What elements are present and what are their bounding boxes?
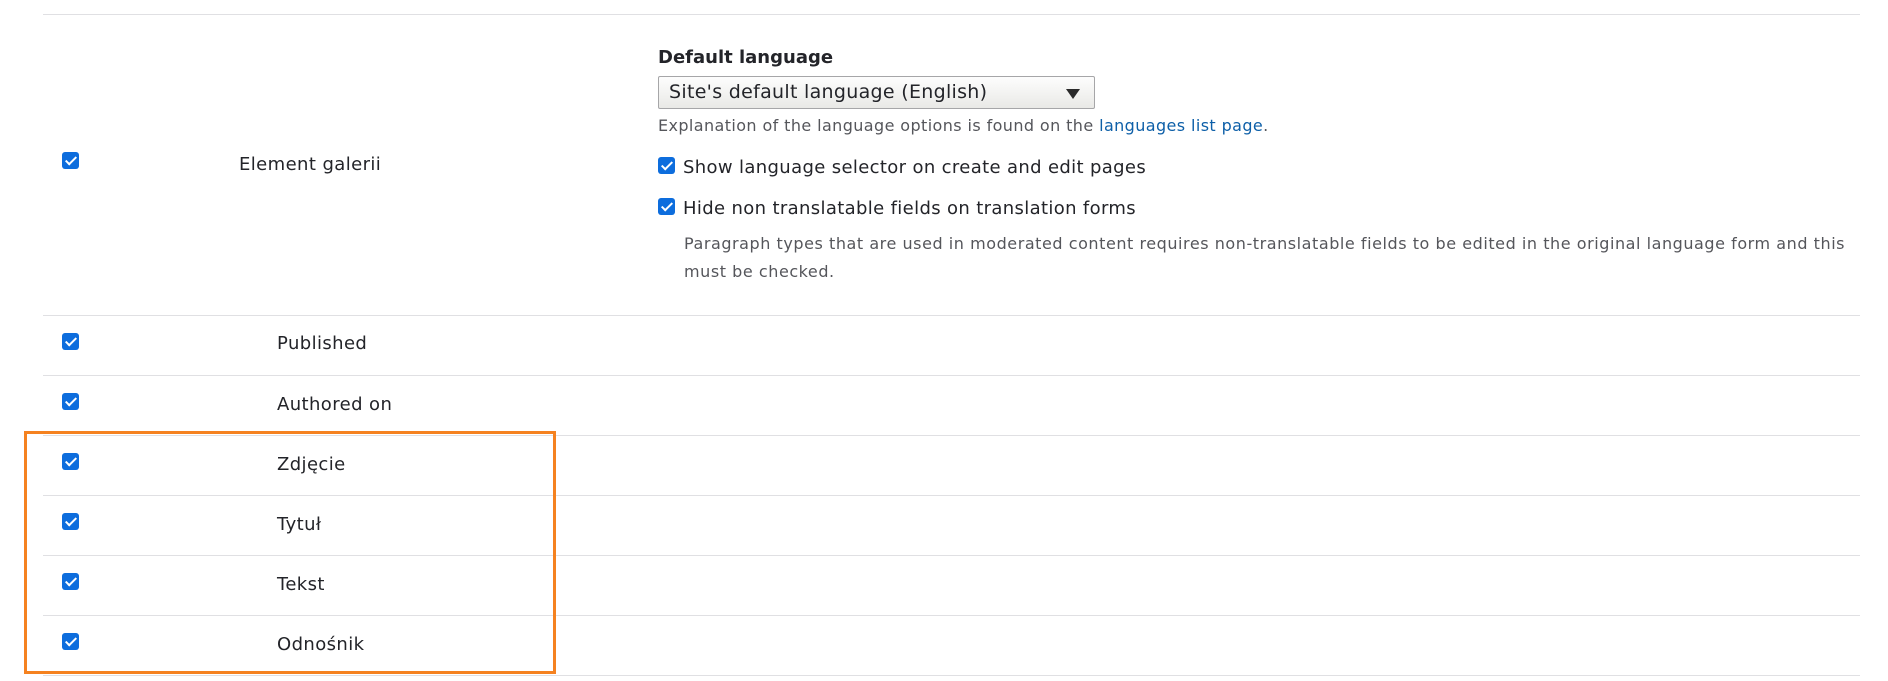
- highlight-box: [24, 431, 556, 674]
- language-explanation: Explanation of the language options is f…: [658, 116, 1269, 135]
- field-checkbox-authored-on[interactable]: [62, 393, 79, 410]
- field-label-authored-on: Authored on: [277, 394, 393, 415]
- chevron-down-icon: [1066, 89, 1080, 99]
- show-language-selector-label: Show language selector on create and edi…: [683, 157, 1147, 178]
- bundle-enable-checkbox[interactable]: [62, 152, 79, 169]
- row-divider: [43, 315, 1860, 316]
- hide-non-translatable-description: Paragraph types that are used in moderat…: [684, 234, 1846, 281]
- hide-non-translatable-checkbox[interactable]: [658, 198, 675, 215]
- languages-list-link[interactable]: languages list page: [1099, 116, 1263, 135]
- default-language-select[interactable]: Site's default language (English): [658, 76, 1095, 109]
- explanation-period: .: [1263, 116, 1269, 135]
- hide-non-translatable-label: Hide non translatable fields on translat…: [683, 198, 1137, 219]
- row-divider: [43, 14, 1860, 15]
- row-divider: [43, 375, 1860, 376]
- field-checkbox-published[interactable]: [62, 333, 79, 350]
- bundle-label: Element galerii: [239, 154, 382, 175]
- default-language-label: Default language: [658, 47, 834, 68]
- default-language-value: Site's default language (English): [669, 81, 988, 103]
- row-divider: [43, 675, 1860, 676]
- field-label-published: Published: [277, 333, 368, 354]
- explanation-text: Explanation of the language options is f…: [658, 116, 1100, 135]
- show-language-selector-checkbox[interactable]: [658, 157, 675, 174]
